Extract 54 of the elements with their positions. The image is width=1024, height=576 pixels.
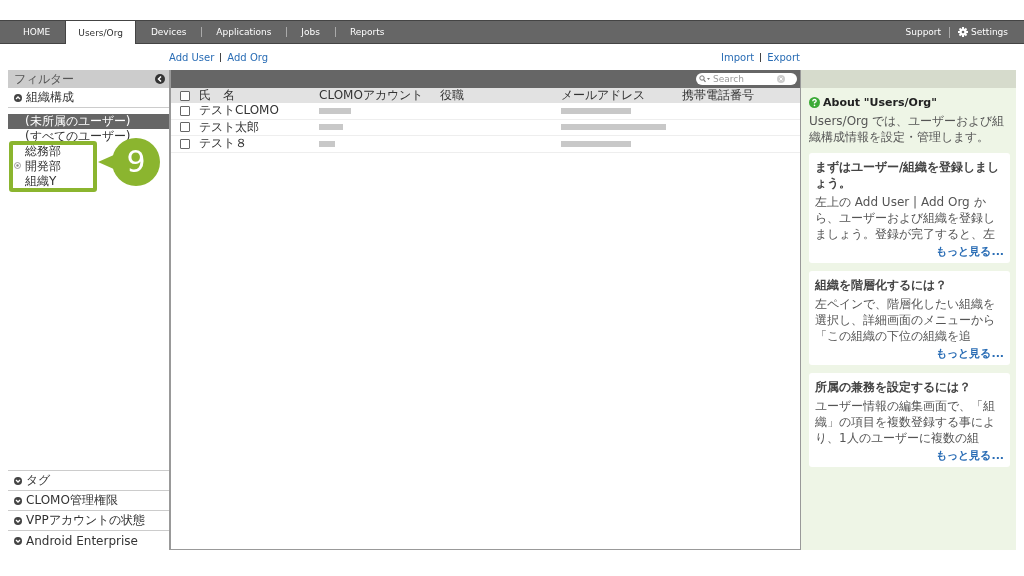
chevron-icon: [14, 93, 22, 102]
help-title: About "Users/Org": [823, 96, 937, 109]
org-item[interactable]: 組織Y: [8, 174, 57, 189]
chevron-icon: [14, 516, 22, 525]
target-icon: [14, 162, 21, 169]
checkbox[interactable]: [180, 90, 190, 101]
chevron-icon: [14, 536, 22, 545]
nav-tab[interactable]: HOME: [8, 21, 66, 43]
more-link[interactable]: もっと見る...: [815, 448, 1004, 463]
action-link[interactable]: Export: [767, 51, 800, 63]
checkbox[interactable]: [180, 105, 190, 116]
table-cell-text: テストCLOMO: [199, 102, 280, 120]
filter-section[interactable]: 組織構成: [8, 88, 169, 108]
column-header[interactable]: CLOMOアカウント: [319, 87, 440, 104]
column-header[interactable]: 携帯電話番号: [682, 87, 782, 104]
help-icon: [809, 97, 820, 108]
nav-tab[interactable]: Users/Org: [65, 20, 136, 44]
action-link[interactable]: Add User: [169, 51, 215, 63]
tip-text: ユーザー情報の編集画面で、「組織」の項目を複数登録する事により、1人のユーザーに複数の組: [815, 398, 996, 446]
column-header[interactable]: 役職: [440, 87, 561, 104]
nav-tab[interactable]: Jobs: [286, 21, 335, 43]
chevron-icon: [14, 496, 22, 505]
org-item[interactable]: (未所属のユーザー): [8, 114, 169, 129]
filter-section[interactable]: Android Enterprise: [8, 530, 169, 550]
filter-title: フィルター: [14, 70, 74, 88]
search-box[interactable]: Search: [696, 73, 797, 85]
table-cell-text: テスト８: [199, 135, 248, 153]
action-link[interactable]: Import: [721, 51, 755, 63]
tip-title: まずはユーザー/組織を登録しましょう。: [815, 159, 1001, 191]
nav-link[interactable]: Support: [905, 27, 942, 37]
column-header[interactable]: メールアドレス: [561, 87, 682, 104]
more-link[interactable]: もっと見る...: [815, 244, 1004, 259]
tip-text: 左ペインで、階層化したい組織を選択し、詳細画面のメニューから「この組織の下位の組織を追: [815, 296, 996, 344]
nav-tab[interactable]: Reports: [334, 21, 400, 43]
nav-tab[interactable]: Applications: [201, 21, 287, 43]
settings-icon: [958, 27, 969, 37]
org-item[interactable]: 総務部: [8, 144, 61, 159]
checkbox[interactable]: [180, 138, 190, 149]
tip-text: 左上の Add User | Add Org から、ユーザーおよび組織を登録しましょう。登録が完了すると、左: [815, 194, 996, 242]
org-item[interactable]: 開発部: [8, 159, 61, 174]
help-intro: Users/Org では、ユーザーおよび組織構成情報を設定・管理します。: [809, 113, 1006, 145]
settings-link[interactable]: Settings: [958, 27, 1008, 37]
table-cell-text: テスト太郎: [199, 118, 260, 136]
checkbox[interactable]: [180, 122, 190, 133]
tip-title: 組織を階層化するには？: [815, 277, 948, 293]
action-link[interactable]: Add Org: [227, 51, 269, 63]
chevron-icon: [14, 476, 22, 485]
tip-title: 所属の兼務を設定するには？: [815, 379, 972, 395]
nav-tab[interactable]: Devices: [135, 21, 202, 43]
more-link[interactable]: もっと見る...: [815, 346, 1004, 361]
search-field[interactable]: Search: [713, 74, 775, 84]
column-header[interactable]: 氏 名: [199, 87, 319, 104]
search-icon: [699, 75, 711, 83]
collapse-icon[interactable]: [155, 74, 165, 84]
